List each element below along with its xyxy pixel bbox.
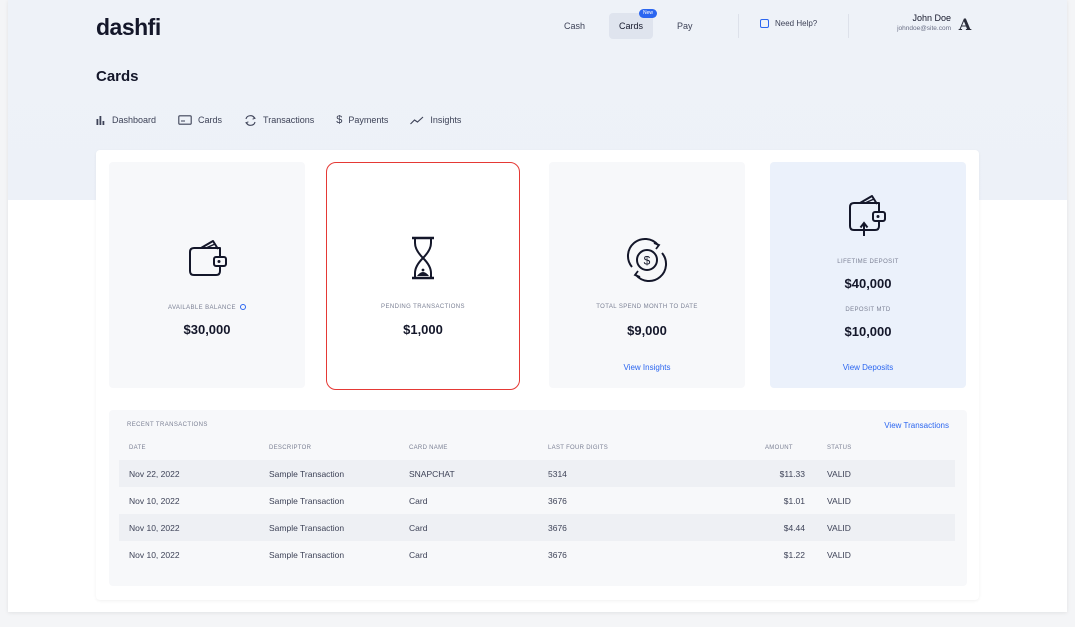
sub-nav: Dashboard Cards Transactions $ Payments … — [96, 114, 483, 126]
cell-card-name: Card — [409, 550, 428, 560]
cell-amount: $1.22 — [783, 550, 805, 560]
total-spend-label: TOTAL SPEND MONTH TO DATE — [596, 304, 698, 310]
cell-last-four: 3676 — [548, 550, 567, 560]
column-header-descriptor[interactable]: DESCRIPTOR — [269, 445, 311, 451]
svg-text:$: $ — [644, 254, 651, 268]
pending-transactions-value: $1,000 — [403, 322, 443, 337]
nav-cards[interactable]: Cards New — [609, 9, 658, 39]
bar-chart-icon — [96, 116, 105, 125]
cell-date: Nov 10, 2022 — [129, 496, 180, 506]
help-icon — [760, 19, 769, 28]
subnav-transactions[interactable]: Transactions — [244, 114, 315, 126]
available-balance-value: $30,000 — [183, 322, 231, 337]
nav-cards-label: Cards — [619, 21, 644, 31]
view-transactions-link[interactable]: View Transactions — [884, 421, 949, 430]
table-row[interactable]: Nov 10, 2022 Sample Transaction Card 367… — [119, 541, 955, 568]
cell-descriptor: Sample Transaction — [269, 550, 345, 560]
cell-card-name: Card — [409, 523, 428, 533]
subnav-cards-label: Cards — [198, 115, 223, 125]
subnav-payments[interactable]: $ Payments — [336, 114, 388, 126]
page-title: Cards — [96, 68, 139, 85]
view-deposits-link[interactable]: View Deposits — [770, 363, 966, 372]
cell-last-four: 5314 — [548, 469, 567, 479]
table-row[interactable]: Nov 10, 2022 Sample Transaction Card 367… — [119, 487, 955, 514]
subnav-insights-label: Insights — [430, 115, 462, 125]
cell-card-name: Card — [409, 496, 428, 506]
deposit-mtd-value: $10,000 — [844, 324, 892, 339]
trend-icon — [410, 116, 424, 124]
dollar-cycle-icon: $ — [549, 237, 745, 283]
user-email: johndoe@site.com — [897, 25, 951, 32]
cell-date: Nov 10, 2022 — [129, 523, 180, 533]
subnav-cards[interactable]: Cards — [178, 115, 222, 125]
subnav-transactions-label: Transactions — [263, 115, 315, 125]
info-icon[interactable] — [240, 304, 247, 310]
pending-transactions-label: PENDING TRANSACTIONS — [381, 304, 465, 310]
divider — [738, 14, 739, 38]
pending-transactions-card[interactable]: PENDING TRANSACTIONS $1,000 — [326, 162, 520, 390]
table-row[interactable]: Nov 10, 2022 Sample Transaction Card 367… — [119, 514, 955, 541]
total-spend-value: $9,000 — [627, 323, 667, 338]
view-insights-link[interactable]: View Insights — [549, 363, 745, 372]
cell-status: VALID — [827, 469, 851, 479]
subnav-insights[interactable]: Insights — [410, 115, 461, 125]
wallet-deposit-icon — [770, 192, 966, 238]
lifetime-deposit-value: $40,000 — [844, 276, 892, 291]
lifetime-deposit-label: LIFETIME DEPOSIT — [837, 259, 899, 265]
subnav-dashboard[interactable]: Dashboard — [96, 115, 156, 125]
cell-descriptor: Sample Transaction — [269, 469, 345, 479]
cell-date: Nov 10, 2022 — [129, 550, 180, 560]
dollar-icon: $ — [336, 114, 343, 126]
column-header-date[interactable]: DATE — [129, 445, 146, 451]
available-balance-card[interactable]: AVAILABLE BALANCE $30,000 — [109, 162, 305, 388]
cell-card-name: SNAPCHAT — [409, 469, 455, 479]
exchange-icon — [245, 114, 256, 126]
column-header-status[interactable]: STATUS — [827, 445, 852, 451]
column-header-amount[interactable]: AMOUNT — [765, 445, 793, 451]
recent-transactions-title: RECENT TRANSACTIONS — [127, 422, 208, 428]
cell-descriptor: Sample Transaction — [269, 523, 345, 533]
cell-date: Nov 22, 2022 — [129, 469, 180, 479]
cell-amount: $4.44 — [783, 523, 805, 533]
deposit-mtd-label: DEPOSIT MTD — [845, 307, 891, 313]
need-help-label: Need Help? — [775, 19, 818, 28]
nav-pay[interactable]: Pay — [667, 13, 703, 39]
cell-amount: $11.33 — [779, 469, 805, 479]
logo[interactable]: dashfi — [96, 14, 161, 41]
subnav-payments-label: Payments — [348, 115, 389, 125]
column-header-card-name[interactable]: CARD NAME — [409, 445, 448, 451]
hourglass-icon — [327, 235, 519, 281]
available-balance-label: AVAILABLE BALANCE — [109, 304, 305, 311]
cell-amount: $1.01 — [783, 496, 805, 506]
table-row[interactable]: Nov 22, 2022 Sample Transaction SNAPCHAT… — [119, 460, 955, 487]
total-spend-card[interactable]: $ TOTAL SPEND MONTH TO DATE $9,000 View … — [549, 162, 745, 388]
lifetime-deposit-card[interactable]: LIFETIME DEPOSIT $40,000 DEPOSIT MTD $10… — [770, 162, 966, 388]
card-icon — [178, 115, 192, 125]
avatar[interactable]: A — [955, 14, 975, 36]
cell-status: VALID — [827, 496, 851, 506]
cell-last-four: 3676 — [548, 523, 567, 533]
cell-last-four: 3676 — [548, 496, 567, 506]
subnav-dashboard-label: Dashboard — [112, 115, 157, 125]
top-nav: Cash Cards New Pay — [554, 9, 703, 39]
cell-status: VALID — [827, 523, 851, 533]
need-help-link[interactable]: Need Help? — [760, 19, 817, 28]
recent-transactions-table: RECENT TRANSACTIONS View Transactions DA… — [109, 410, 967, 586]
new-badge: New — [639, 9, 658, 18]
available-balance-text: AVAILABLE BALANCE — [167, 305, 236, 311]
column-header-last-four[interactable]: LAST FOUR DIGITS — [548, 445, 608, 451]
user-info[interactable]: John Doe johndoe@site.com — [897, 13, 951, 32]
cell-descriptor: Sample Transaction — [269, 496, 345, 506]
cell-status: VALID — [827, 550, 851, 560]
nav-cash[interactable]: Cash — [554, 13, 595, 39]
divider — [848, 14, 849, 38]
wallet-icon — [109, 238, 305, 280]
user-name: John Doe — [912, 13, 951, 23]
